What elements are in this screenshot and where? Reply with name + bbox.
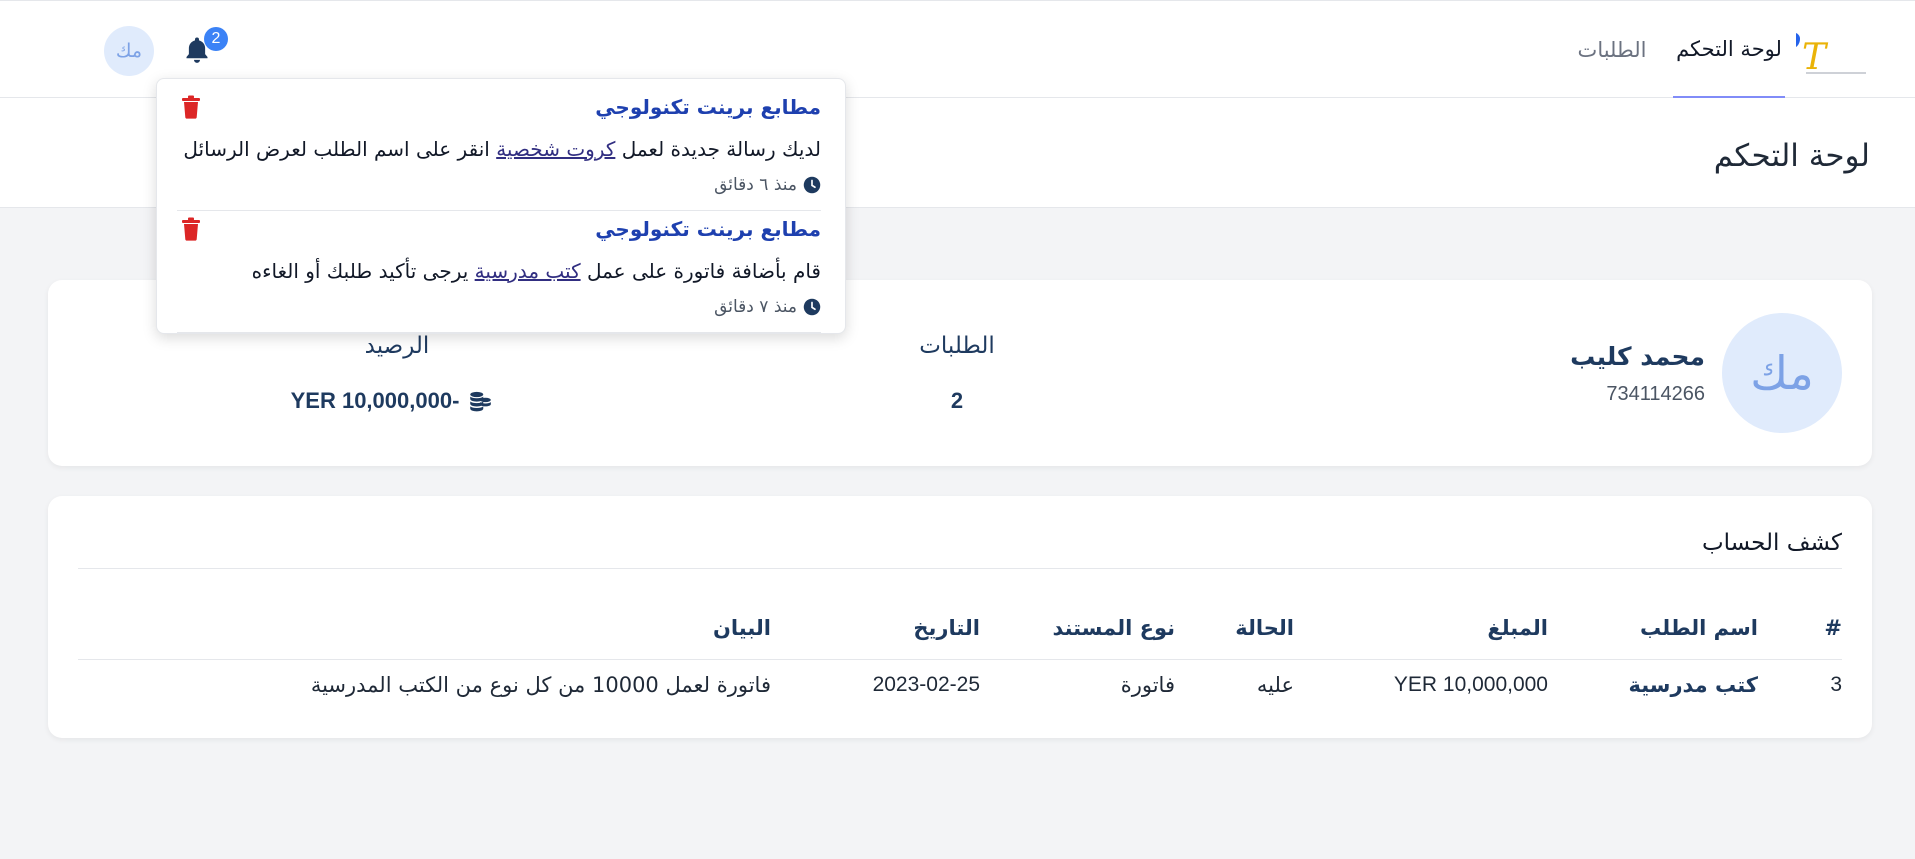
notification-text-after: يرجى تأكيد طلبك أو الغاءه [251, 259, 469, 283]
notification-count-badge: 2 [204, 27, 228, 51]
profile-phone: 734114266 [1606, 383, 1705, 405]
column-header-date: التاريخ [913, 616, 980, 640]
balance-amount: YER 10,000,000- [290, 388, 460, 413]
account-statement-card: كشف الحساب # اسم الطلب المبلغ الحالة نوع… [48, 496, 1872, 738]
clock-icon [803, 176, 821, 194]
orders-label: الطلبات [919, 333, 995, 359]
row-number: 3 [1830, 673, 1842, 696]
row-document-type: فاتورة [1120, 673, 1175, 697]
notification-time-text: منذ ٦ دقائق [714, 175, 797, 195]
notification-order-link[interactable]: كتب مدرسية [475, 259, 581, 283]
notification-text-after: انقر على اسم الطلب لعرض الرسائل [183, 137, 490, 161]
row-date: 2023-02-25 [872, 673, 980, 696]
page-title: لوحة التحكم [1713, 138, 1870, 174]
balance-label: الرصيد [364, 333, 430, 359]
row-order-name-link[interactable]: كتب مدرسية [1628, 673, 1758, 697]
tab-dashboard[interactable]: لوحة التحكم [1673, 1, 1785, 99]
row-status: عليه [1256, 673, 1294, 697]
clock-icon [803, 298, 821, 316]
notification-time: منذ ٧ دقائق [714, 297, 821, 317]
notifications-dropdown: مطابع برينت تكنولوجي لديك رسالة جديدة لع… [156, 78, 846, 334]
divider [177, 210, 821, 211]
notification-title: مطابع برينت تكنولوجي [595, 95, 821, 119]
trash-icon[interactable] [181, 217, 201, 241]
user-avatar[interactable]: مك [104, 26, 154, 76]
svg-text:T: T [1802, 37, 1829, 77]
row-amount: YER 10,000,000 [1393, 673, 1548, 696]
column-header-status: الحالة [1235, 616, 1294, 640]
trash-icon[interactable] [181, 95, 201, 119]
notification-item[interactable]: مطابع برينت تكنولوجي قام بأضافة فاتورة ع… [177, 213, 821, 333]
notification-text-before: قام بأضافة فاتورة على عمل [586, 259, 821, 283]
column-header-description: البيان [712, 616, 771, 640]
tab-orders[interactable]: الطلبات [1568, 1, 1656, 99]
column-header-order-name: اسم الطلب [1640, 616, 1758, 640]
notification-text-before: لديك رسالة جديدة لعمل [621, 137, 821, 161]
notification-time: منذ ٦ دقائق [714, 175, 821, 195]
notification-item[interactable]: مطابع برينت تكنولوجي لديك رسالة جديدة لع… [177, 91, 821, 211]
column-header-amount: المبلغ [1487, 616, 1548, 640]
logo[interactable]: P T [1796, 23, 1870, 77]
row-description: فاتورة لعمل 10000 من كل نوع من الكتب الم… [310, 673, 771, 697]
profile-avatar: مك [1722, 313, 1842, 433]
notification-text: لديك رسالة جديدة لعمل كروت شخصية انقر عل… [183, 137, 821, 161]
orders-count: 2 [950, 388, 964, 413]
notification-time-text: منذ ٧ دقائق [714, 297, 797, 317]
notification-title: مطابع برينت تكنولوجي [595, 217, 821, 241]
divider [78, 659, 1842, 660]
notification-order-link[interactable]: كروت شخصية [496, 137, 615, 161]
balance-value: YER 10,000,000- [277, 388, 507, 414]
profile-name: محمد كليب [1570, 342, 1705, 371]
coins-icon [470, 391, 492, 412]
svg-text:P: P [1796, 24, 1801, 73]
column-header-document-type: نوع المستند [1052, 616, 1175, 640]
column-header-number: # [1824, 616, 1842, 640]
divider [177, 332, 821, 333]
notification-text: قام بأضافة فاتورة على عمل كتب مدرسية يرج… [252, 259, 821, 283]
statement-title: كشف الحساب [1701, 530, 1842, 556]
divider [78, 568, 1842, 569]
